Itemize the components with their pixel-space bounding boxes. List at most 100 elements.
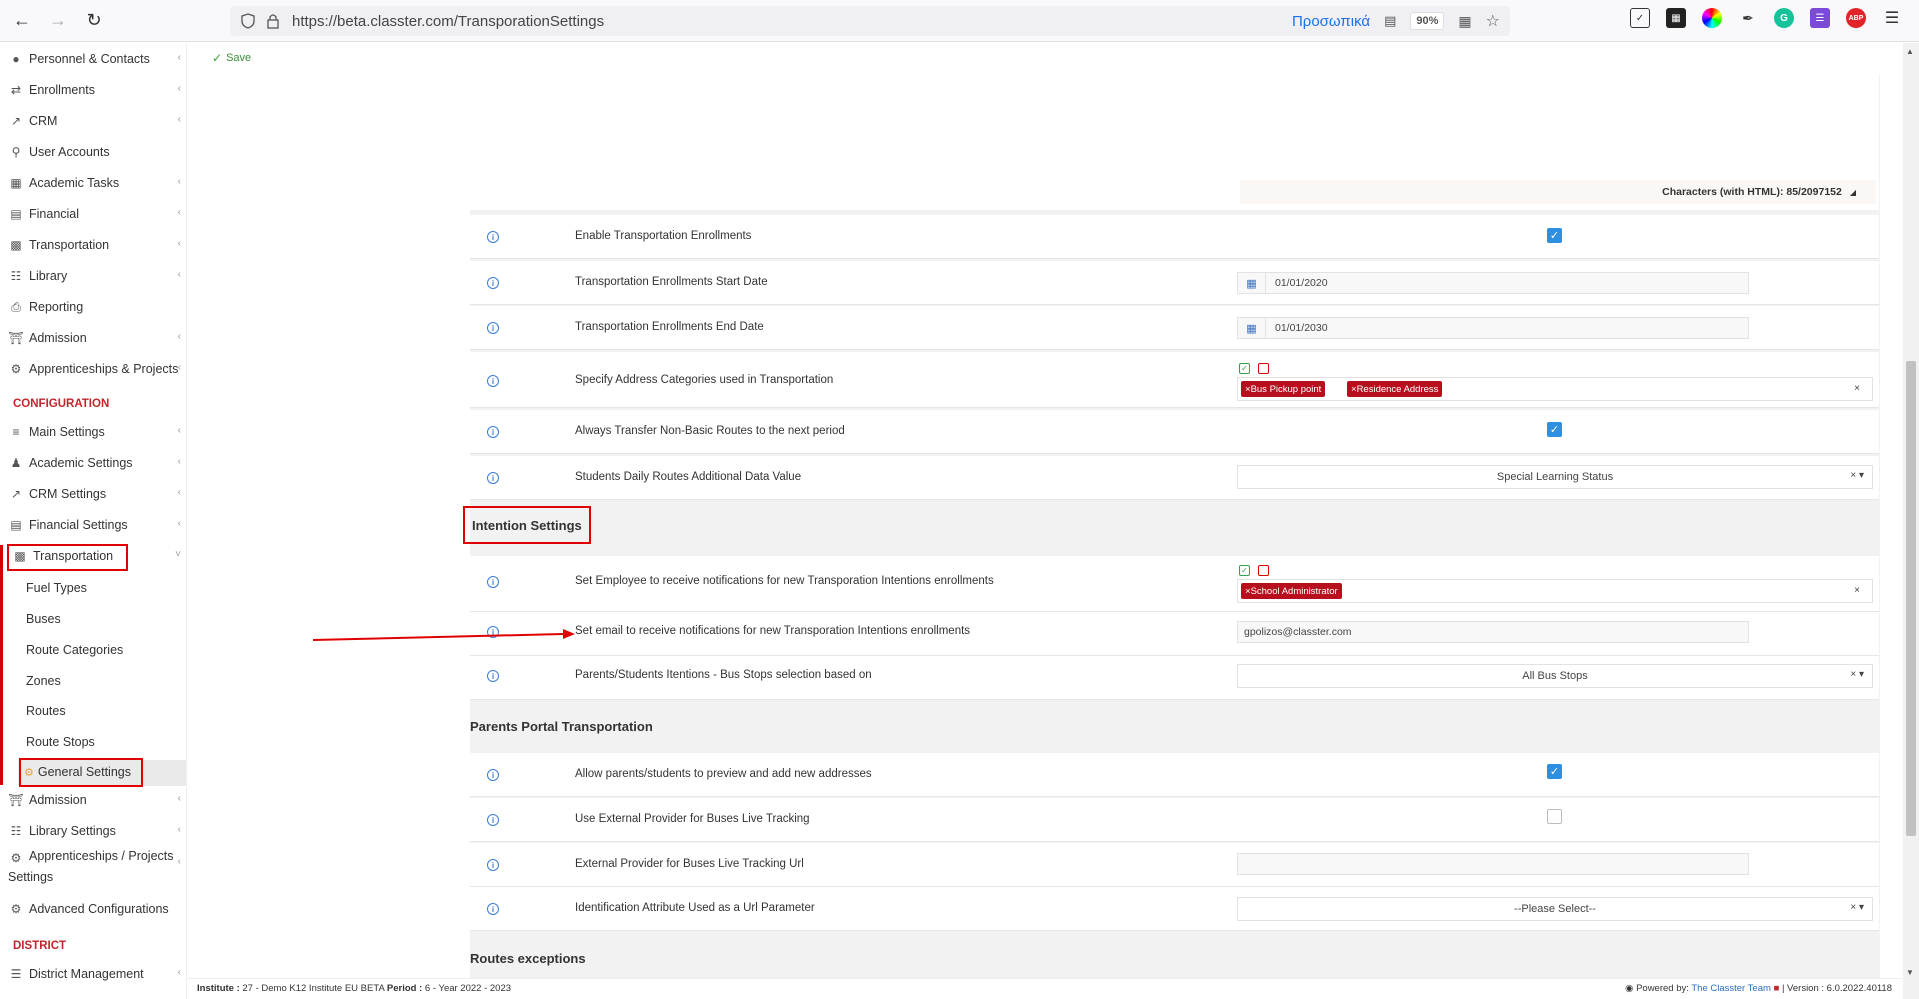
calendar-icon[interactable]: ▦: [1238, 318, 1266, 338]
brand-mark-icon: ■: [1773, 983, 1780, 994]
sidebar-item-enrollments[interactable]: ⇄ Enrollments ‹: [0, 75, 187, 105]
sidebar-item-crm-settings[interactable]: ↗ CRM Settings ‹: [0, 479, 187, 509]
translate-icon[interactable]: ☰: [1810, 8, 1830, 28]
external-url-input[interactable]: [1237, 853, 1749, 875]
color-wheel-icon[interactable]: [1702, 8, 1722, 28]
scroll-thumb[interactable]: [1906, 361, 1916, 836]
scroll-up-icon[interactable]: ▲: [1906, 47, 1914, 56]
chevron-left-icon: ‹: [177, 362, 181, 373]
pocket-icon[interactable]: ✓: [1630, 8, 1650, 28]
key-icon: ⚲: [11, 145, 21, 159]
calendar-icon[interactable]: ▦: [1238, 273, 1266, 293]
sidebar-item-transportation[interactable]: ▩ Transportation ‹: [0, 230, 187, 260]
info-icon[interactable]: i: [487, 814, 499, 826]
info-icon[interactable]: i: [487, 322, 499, 334]
period-value: 6 - Year 2022 - 2023: [424, 983, 512, 994]
start-date-input[interactable]: ▦ 01/01/2020: [1237, 272, 1749, 294]
sidebar-subitem-routes[interactable]: Routes: [26, 699, 66, 723]
info-icon[interactable]: i: [487, 375, 499, 387]
reload-icon[interactable]: ↻: [80, 7, 108, 35]
tag-label: School Administrator: [1250, 585, 1338, 597]
deselect-all-icon[interactable]: [1258, 363, 1269, 374]
end-date-input[interactable]: ▦ 01/01/2030: [1237, 317, 1749, 339]
employee-multiselect[interactable]: × School Administrator ×: [1237, 579, 1873, 603]
sidebar-item-financial[interactable]: ▤ Financial ‹: [0, 199, 187, 229]
daily-routes-select[interactable]: Special Learning Status × ▾: [1237, 465, 1873, 489]
tag-bus-pickup[interactable]: × Bus Pickup point: [1241, 381, 1326, 397]
classter-team-link[interactable]: The Classter Team: [1691, 983, 1771, 994]
chevron-left-icon: ‹: [177, 487, 181, 498]
sidebar-item-admission[interactable]: ⛩ Admission ‹: [0, 323, 187, 353]
eyedropper-icon[interactable]: ✒: [1738, 8, 1758, 28]
sidebar-item-advanced-config[interactable]: ⚙ Advanced Configurations: [0, 894, 187, 924]
info-icon[interactable]: i: [487, 426, 499, 438]
sidebar-subitem-route-categories[interactable]: Route Categories: [26, 638, 123, 662]
sidebar-item-library-settings[interactable]: ☷ Library Settings ‹: [0, 816, 187, 846]
sidebar-item-library[interactable]: ☷ Library ‹: [0, 261, 187, 291]
tag-residence-address[interactable]: × Residence Address: [1347, 381, 1443, 397]
sidebar-item-academic-tasks[interactable]: ▦ Academic Tasks ‹: [0, 168, 187, 198]
resize-handle-icon[interactable]: ◢: [1850, 188, 1856, 197]
grammarly-icon[interactable]: G: [1774, 8, 1794, 28]
info-icon[interactable]: i: [487, 859, 499, 871]
enable-enrollments-checkbox[interactable]: ✓: [1547, 228, 1562, 243]
scroll-down-icon[interactable]: ▼: [1906, 968, 1914, 977]
adblock-icon[interactable]: ABP: [1846, 8, 1866, 28]
info-icon[interactable]: i: [487, 277, 499, 289]
sidebar-item-user-accounts[interactable]: ⚲ User Accounts: [0, 137, 187, 167]
clear-icon[interactable]: ×: [1854, 585, 1860, 596]
deselect-all-icon[interactable]: [1258, 565, 1269, 576]
bus-stops-select[interactable]: All Bus Stops × ▾: [1237, 664, 1873, 688]
back-icon[interactable]: ←: [8, 7, 36, 35]
transfer-routes-checkbox[interactable]: ✓: [1547, 422, 1562, 437]
select-controls-icon[interactable]: × ▾: [1850, 902, 1864, 913]
sidebar-item-financial-settings[interactable]: ▤ Financial Settings ‹: [0, 510, 187, 540]
bookmark-star-icon[interactable]: ☆: [1486, 11, 1500, 31]
profile-label[interactable]: Προσωπικά: [1292, 13, 1370, 30]
info-icon[interactable]: i: [487, 472, 499, 484]
sidebar-item-apprenticeships[interactable]: ⚙ Apprenticeships & Projects ‹: [0, 354, 187, 384]
sidebar-item-reporting[interactable]: ⎙ Reporting: [0, 292, 187, 322]
forward-icon[interactable]: →: [44, 7, 72, 35]
sidebar-item-label: Transportation: [29, 238, 110, 252]
sidebar-subitem-buses[interactable]: Buses: [26, 607, 61, 631]
sidebar-item-district-mgmt[interactable]: ☰ District Management ‹: [0, 959, 187, 989]
info-icon[interactable]: i: [487, 576, 499, 588]
annotation-box-intention-settings: [463, 506, 591, 544]
sidebar-item-personnel[interactable]: ● Personnel & Contacts ‹: [0, 44, 187, 74]
sidebar-item-crm[interactable]: ↗ CRM ‹: [0, 106, 187, 136]
sidebar-subitem-route-stops[interactable]: Route Stops: [26, 730, 95, 754]
menu-icon[interactable]: ☰: [1882, 8, 1902, 28]
notification-email-input[interactable]: gpolizos@classter.com: [1237, 621, 1749, 643]
setting-row-external-provider: i Use External Provider for Buses Live T…: [470, 798, 1879, 842]
info-icon[interactable]: i: [487, 769, 499, 781]
tag-school-administrator[interactable]: × School Administrator: [1241, 583, 1342, 599]
sidebar-item-admission-settings[interactable]: ⛩ Admission ‹: [0, 785, 187, 815]
info-icon[interactable]: i: [487, 231, 499, 243]
address-categories-multiselect[interactable]: × Bus Pickup point × Residence Address ×: [1237, 377, 1873, 401]
external-provider-checkbox[interactable]: [1547, 809, 1562, 824]
zoom-badge[interactable]: 90%: [1410, 12, 1445, 30]
sidebar-subitem-zones[interactable]: Zones: [26, 669, 61, 693]
reader-icon[interactable]: ▤: [1384, 13, 1396, 29]
sidebar-subitem-fuel-types[interactable]: Fuel Types: [26, 576, 87, 600]
sidebar-item-main-settings[interactable]: ≡ Main Settings ‹: [0, 417, 187, 447]
select-all-icon[interactable]: ✓: [1239, 565, 1250, 576]
select-controls-icon[interactable]: × ▾: [1850, 669, 1864, 680]
extension-grid-icon[interactable]: ▦: [1666, 8, 1686, 28]
select-all-icon[interactable]: ✓: [1239, 363, 1250, 374]
setting-label: Enable Transportation Enrollments: [575, 230, 752, 242]
apps-icon[interactable]: ▦: [1458, 13, 1471, 30]
page-scrollbar[interactable]: ▲ ▼: [1903, 43, 1919, 999]
clear-icon[interactable]: ×: [1854, 383, 1860, 394]
preview-addresses-checkbox[interactable]: ✓: [1547, 764, 1562, 779]
info-icon[interactable]: i: [487, 903, 499, 915]
info-icon[interactable]: i: [487, 670, 499, 682]
address-bar[interactable]: https://beta.classter.com/TransporationS…: [230, 6, 1510, 36]
list-icon: ☰: [10, 967, 22, 981]
save-button[interactable]: ✓ Save: [212, 51, 251, 65]
id-attribute-select[interactable]: --Please Select-- × ▾: [1237, 897, 1873, 921]
setting-label: Use External Provider for Buses Live Tra…: [575, 813, 810, 825]
sidebar-item-academic-settings[interactable]: ♟ Academic Settings ‹: [0, 448, 187, 478]
select-controls-icon[interactable]: × ▾: [1850, 470, 1864, 481]
